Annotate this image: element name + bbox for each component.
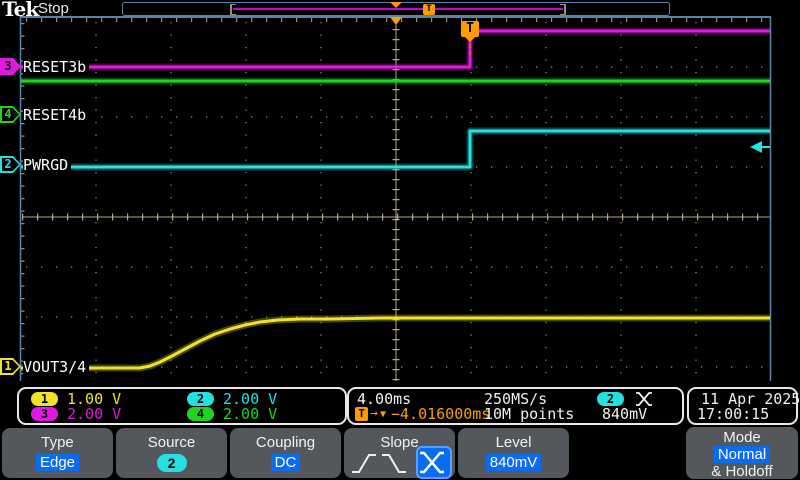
slope-either-selected-icon <box>416 446 452 479</box>
trigger-slope-either-icon <box>635 392 653 406</box>
menu-level-title: Level <box>458 434 569 451</box>
slope-rising-icon <box>350 452 378 475</box>
trigger-source-badge: 2 <box>597 392 624 406</box>
ch3-scale: 2.00 V <box>67 406 121 422</box>
center-expansion-icon <box>390 17 402 25</box>
ch3-waveform-label: RESET3b <box>23 59 89 75</box>
record-trigger-position-icon: T <box>423 4 435 15</box>
ch2-position-marker: 2 <box>0 156 21 173</box>
slope-falling-icon <box>380 452 408 475</box>
menu-level-value: 840mV <box>486 454 542 471</box>
menu-coupling-title: Coupling <box>230 434 341 451</box>
record-view-waveform <box>233 8 563 10</box>
window-bracket-right-icon <box>560 4 566 15</box>
menu-mode-extra: & Holdoff <box>686 463 798 480</box>
vertical-readout-box: 1 1.00 V 2 2.00 V 3 2.00 V 4 2.00 V <box>17 387 347 425</box>
menu-source-button[interactable]: Source 2 <box>116 428 227 478</box>
trigger-line-dash <box>469 44 471 48</box>
trigger-delay-triangle-icon: ▼ <box>380 408 386 422</box>
trigger-level-arrow-tail <box>762 146 770 148</box>
menu-coupling-value: DC <box>271 454 301 471</box>
trigger-position-pointer-icon <box>465 37 475 42</box>
datetime-box: 11 Apr 2025 17:00:15 <box>687 387 798 425</box>
menu-mode-value: Normal <box>714 446 770 463</box>
ch4-badge: 4 <box>187 407 214 421</box>
time-text: 17:00:15 <box>697 406 769 422</box>
ch2-badge: 2 <box>187 392 214 406</box>
record-length: 10M points <box>484 406 574 422</box>
ch4-position-marker: 4 <box>0 106 21 123</box>
acquisition-status: Stop <box>38 0 69 17</box>
menu-type-title: Type <box>2 434 113 451</box>
ch2-waveform-label: PWRGD <box>23 157 71 173</box>
menu-mode-button[interactable]: Mode Normal & Holdoff <box>686 427 798 479</box>
menu-source-title: Source <box>116 434 227 451</box>
ch4-waveform-label: RESET4b <box>23 107 89 123</box>
trigger-level-value: 840mV <box>602 406 647 422</box>
menu-source-value-badge: 2 <box>157 454 187 472</box>
ch1-position-marker: 1 <box>0 358 21 375</box>
trigger-delay-value: −4.016000ms <box>391 406 490 422</box>
menu-type-value: Edge <box>36 454 79 471</box>
menu-coupling-button[interactable]: Coupling DC <box>230 428 341 478</box>
menu-level-button[interactable]: Level 840mV <box>458 428 569 478</box>
tek-logo: Tek <box>2 0 38 21</box>
menu-slope-button[interactable]: Slope <box>344 428 455 478</box>
oscilloscope-screen: Tek Stop T T 3 4 2 1 RESET3b RESET4b PWR… <box>0 0 800 480</box>
waveform-canvas <box>0 0 800 386</box>
ch4-scale: 2.00 V <box>223 406 277 422</box>
menu-mode-title: Mode <box>686 429 798 446</box>
ch1-waveform-label: VOUT3/4 <box>23 359 89 375</box>
trigger-delay-icon: T <box>355 407 368 421</box>
window-bracket-left-icon <box>230 4 236 15</box>
menu-type-button[interactable]: Type Edge <box>2 428 113 478</box>
trigger-level-arrow-icon <box>750 141 762 153</box>
record-view-strip: T <box>122 2 670 16</box>
ch1-badge: 1 <box>31 392 58 406</box>
expansion-point-icon <box>390 2 402 8</box>
horizontal-trigger-readout-box: 4.00ms 250MS/s 2 T → ▼ −4.016000ms 10M p… <box>347 387 684 425</box>
trigger-delay-arrow-icon: → <box>370 406 378 422</box>
ch3-badge: 3 <box>31 407 58 421</box>
trigger-line-dash <box>469 51 471 55</box>
trigger-position-icon: T <box>461 21 479 37</box>
ch3-position-marker: 3 <box>0 58 21 75</box>
